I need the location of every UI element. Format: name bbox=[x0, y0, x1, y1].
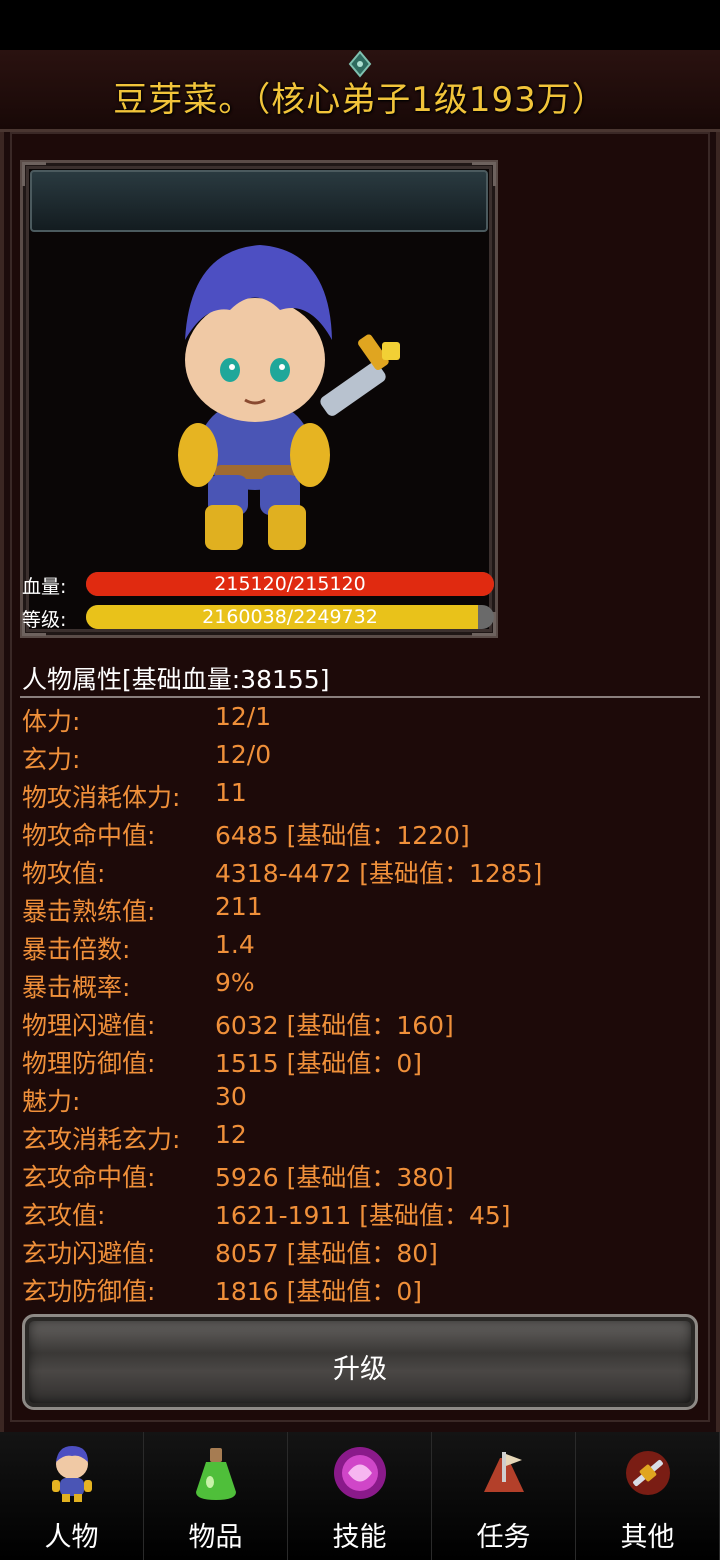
frame-corner-ornament bbox=[22, 162, 46, 186]
attribute-row: 体力: 12/1 bbox=[22, 700, 702, 738]
attribute-name: 体力: bbox=[22, 707, 81, 736]
page-title: 豆芽菜。（核心弟子1级193万） bbox=[113, 80, 607, 120]
attribute-value: 12/0 bbox=[215, 740, 272, 769]
attribute-row: 物理防御值: 1515 [基础值：0] bbox=[22, 1042, 702, 1080]
attribute-row: 暴击概率: 9% bbox=[22, 966, 702, 1004]
attribute-name: 玄攻值: bbox=[22, 1201, 106, 1230]
attribute-value: 11 bbox=[215, 778, 247, 807]
sword-icon bbox=[320, 334, 400, 416]
attribute-name: 物攻值: bbox=[22, 859, 106, 888]
attribute-value: 6032 [基础值：160] bbox=[215, 1011, 454, 1040]
attribute-row: 物攻消耗体力: 11 bbox=[22, 776, 702, 814]
attribute-row: 物攻值: 4318-4472 [基础值：1285] bbox=[22, 852, 702, 890]
attribute-value: 1515 [基础值：0] bbox=[215, 1049, 422, 1078]
attribute-value: 30 bbox=[215, 1082, 247, 1111]
attribute-name: 魅力: bbox=[22, 1087, 81, 1116]
attribute-name: 玄攻消耗玄力: bbox=[22, 1125, 181, 1154]
attribute-name: 物理防御值: bbox=[22, 1049, 156, 1078]
attribute-row: 玄力: 12/0 bbox=[22, 738, 702, 776]
tab-label: 其他 bbox=[620, 1522, 675, 1553]
attributes-list: 体力: 12/1 玄力: 12/0 物攻消耗体力: 11 物攻命中值: 6485 [基础值：1… bbox=[22, 700, 702, 1308]
attribute-name: 物理闪避值: bbox=[22, 1011, 156, 1040]
upgrade-button[interactable]: 升级 bbox=[22, 1314, 698, 1410]
attribute-row: 玄攻消耗玄力: 12 bbox=[22, 1118, 702, 1156]
attribute-value: 1816 [基础值：0] bbox=[215, 1277, 422, 1306]
attribute-row: 玄攻命中值: 5926 [基础值：380] bbox=[22, 1156, 702, 1194]
upgrade-button-label: 升级 bbox=[333, 1354, 387, 1385]
attribute-value: 1621-1911 [基础值：45] bbox=[215, 1201, 511, 1230]
attribute-name: 玄攻命中值: bbox=[22, 1163, 156, 1192]
attribute-value: 9% bbox=[215, 968, 255, 997]
tab-other[interactable]: 其他 bbox=[576, 1432, 720, 1560]
tab-label: 技能 bbox=[332, 1522, 387, 1553]
exp-value: 2160038/2249732 bbox=[202, 606, 378, 628]
attribute-row: 物攻命中值: 6485 [基础值：1220] bbox=[22, 814, 702, 852]
divider bbox=[20, 696, 700, 698]
tab-quests[interactable]: 任务 bbox=[432, 1432, 576, 1560]
skill-orb-icon bbox=[334, 1447, 386, 1499]
level-label: 等级: bbox=[22, 609, 67, 631]
attribute-name: 玄功防御值: bbox=[22, 1277, 156, 1306]
hp-value: 215120/215120 bbox=[214, 573, 366, 595]
attribute-row: 暴击熟练值: 211 bbox=[22, 890, 702, 928]
exp-bar: 2160038/2249732 bbox=[86, 605, 494, 629]
bottom-tab-bar: 人物 物品 技能 任务 其他 bbox=[0, 1432, 720, 1560]
sword-icon bbox=[626, 1451, 670, 1495]
portrait-nameplate bbox=[30, 170, 488, 232]
attribute-value: 12 bbox=[215, 1120, 247, 1149]
frame-corner-ornament bbox=[472, 162, 496, 186]
attribute-name: 物攻命中值: bbox=[22, 821, 156, 850]
potion-icon bbox=[196, 1448, 236, 1500]
attribute-value: 4318-4472 [基础值：1285] bbox=[215, 859, 543, 888]
attribute-row: 物理闪避值: 6032 [基础值：160] bbox=[22, 1004, 702, 1042]
quest-icon bbox=[484, 1452, 524, 1492]
attribute-name: 物攻消耗体力: bbox=[22, 783, 181, 812]
attribute-value: 211 bbox=[215, 892, 263, 921]
attribute-value: 5926 [基础值：380] bbox=[215, 1163, 454, 1192]
attribute-row: 玄功闪避值: 8057 [基础值：80] bbox=[22, 1232, 702, 1270]
attribute-row: 玄攻值: 1621-1911 [基础值：45] bbox=[22, 1194, 702, 1232]
attribute-value: 8057 [基础值：80] bbox=[215, 1239, 438, 1268]
hp-label: 血量: bbox=[22, 576, 67, 598]
attribute-row: 魅力: 30 bbox=[22, 1080, 702, 1118]
tab-label: 任务 bbox=[476, 1522, 531, 1553]
attribute-name: 玄功闪避值: bbox=[22, 1239, 156, 1268]
character-icon bbox=[52, 1446, 92, 1502]
attribute-row: 暴击倍数: 1.4 bbox=[22, 928, 702, 966]
attributes-header: 人物属性[基础血量:38155] bbox=[22, 665, 330, 694]
attribute-name: 玄力: bbox=[22, 745, 81, 774]
attribute-name: 暴击倍数: bbox=[22, 935, 131, 964]
attribute-name: 暴击概率: bbox=[22, 973, 131, 1002]
attribute-value: 6485 [基础值：1220] bbox=[215, 821, 470, 850]
attribute-value: 12/1 bbox=[215, 702, 272, 731]
hp-bar: 215120/215120 bbox=[86, 572, 494, 596]
status-bar bbox=[0, 0, 720, 50]
attribute-value: 1.4 bbox=[215, 930, 255, 959]
tab-label: 物品 bbox=[188, 1522, 243, 1553]
tab-items[interactable]: 物品 bbox=[144, 1432, 288, 1560]
character-avatar bbox=[178, 245, 400, 550]
tab-character[interactable]: 人物 bbox=[0, 1432, 144, 1560]
attribute-name: 暴击熟练值: bbox=[22, 897, 156, 926]
tab-label: 人物 bbox=[44, 1522, 99, 1553]
attribute-row: 玄功防御值: 1816 [基础值：0] bbox=[22, 1270, 702, 1308]
tab-skills[interactable]: 技能 bbox=[288, 1432, 432, 1560]
